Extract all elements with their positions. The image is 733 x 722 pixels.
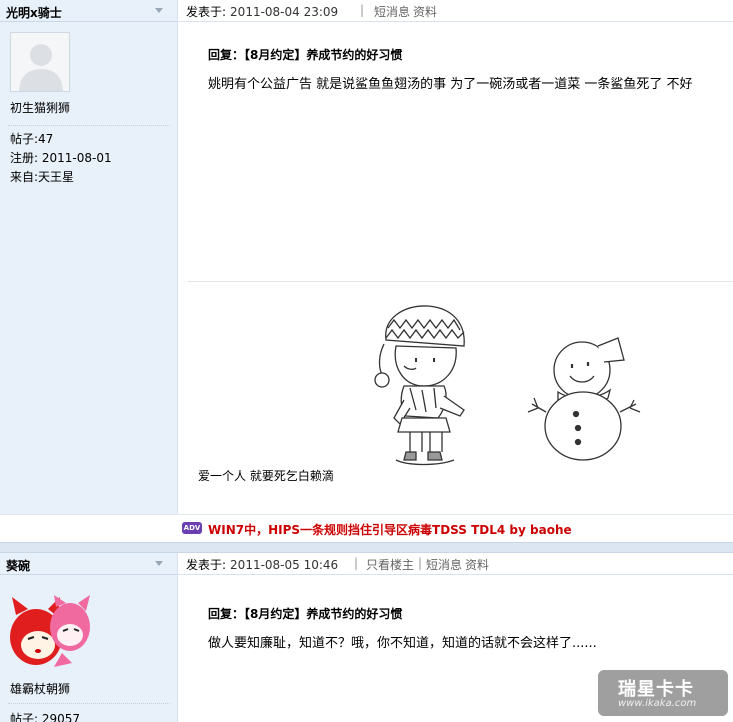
author-username[interactable]: 光明x骑士 [6, 4, 62, 21]
content-divider [188, 281, 733, 282]
divider [8, 125, 170, 126]
post-body: 姚明有个公益广告 就是说鲨鱼鱼翅汤的事 为了一碗汤或者一道菜 一条鲨鱼死了 不好 [208, 77, 693, 92]
watermark-logo: 瑞星卡卡 www.ikaka.com [598, 670, 728, 716]
stat-registered-value: 2011-08-01 [41, 151, 112, 165]
default-avatar-icon [11, 33, 69, 91]
author-rank: 雄霸杖朝狮 [10, 682, 71, 696]
reply-title: 回复：【8月约定】养成节约的好习惯 [208, 607, 403, 621]
avatar[interactable] [10, 32, 70, 92]
stat-from-value: 天王星 [38, 170, 75, 184]
divider [8, 703, 170, 704]
chevron-down-icon[interactable] [155, 561, 163, 566]
adv-badge: ADV [182, 522, 202, 534]
stat-posts: 帖子: 29057 [10, 710, 80, 722]
chevron-down-icon[interactable] [155, 8, 163, 13]
post-header: 发表于: 2011-08-04 23:09 | 短消息 资料 [178, 0, 733, 22]
separator: | [418, 556, 423, 570]
only-author-link[interactable]: 只看楼主 [366, 556, 414, 573]
stat-posts-value: 29057 [41, 712, 81, 722]
posted-time: 发表于: 2011-08-05 10:46 [186, 556, 338, 573]
stat-posts-label: 帖子: [10, 712, 39, 722]
separator: | [360, 3, 365, 17]
author-sidebar: 葵碗 雄霸杖朝狮 帖子: 29057 [0, 553, 178, 722]
signature-bar: ADV WIN7中，HIPS一条规则挡住引导区病毒TDSS TDL4 by ba… [0, 514, 733, 542]
author-header: 葵碗 [0, 553, 177, 575]
separator: | [354, 556, 359, 570]
posted-label: 发表于: [186, 558, 227, 572]
posted-date: 2011-08-05 10:46 [230, 558, 339, 572]
reply-title: 回复：【8月约定】养成节约的好习惯 [208, 48, 403, 62]
post-separator [0, 542, 733, 553]
profile-link[interactable]: 资料 [413, 3, 437, 20]
posted-label: 发表于: [186, 5, 227, 19]
posted-date: 2011-08-04 23:09 [230, 5, 339, 19]
stat-posts: 帖子:47 [10, 130, 53, 147]
stat-from-label: 来自: [10, 170, 39, 184]
signature-link[interactable]: WIN7中，HIPS一条规则挡住引导区病毒TDSS TDL4 by baohe [208, 521, 572, 538]
author-username[interactable]: 葵碗 [6, 557, 30, 574]
author-rank: 初生猫猁狮 [10, 101, 71, 115]
post-body: 做人要知廉耻，知道不？哦，你不知道，知道的话就不会这样了...... [208, 636, 597, 651]
stat-posts-label: 帖子: [10, 132, 39, 146]
stat-registered-label: 注册: [10, 151, 39, 165]
pm-link[interactable]: 短消息 [374, 3, 410, 20]
stat-from: 来自:天王星 [10, 168, 74, 185]
post-image[interactable] [178, 300, 658, 470]
author-sidebar: 光明x骑士 初生猫猁狮 帖子:47 注册: 2011-08-01 来自:天王星 [0, 0, 178, 542]
profile-link[interactable]: 资料 [465, 556, 489, 573]
author-header: 光明x骑士 [0, 0, 177, 22]
posted-time: 发表于: 2011-08-04 23:09 [186, 3, 338, 20]
pm-link[interactable]: 短消息 [426, 556, 462, 573]
stat-registered: 注册: 2011-08-01 [10, 149, 112, 166]
avatar[interactable] [8, 593, 94, 673]
post-1: 光明x骑士 初生猫猁狮 帖子:47 注册: 2011-08-01 来自:天王星 … [0, 0, 733, 542]
post-header: 发表于: 2011-08-05 10:46 | 只看楼主 | 短消息 资料 [178, 553, 733, 575]
stat-posts-value: 47 [38, 132, 54, 146]
watermark-url: www.ikaka.com [618, 698, 697, 709]
cartoon-avatar-icon [10, 595, 90, 667]
